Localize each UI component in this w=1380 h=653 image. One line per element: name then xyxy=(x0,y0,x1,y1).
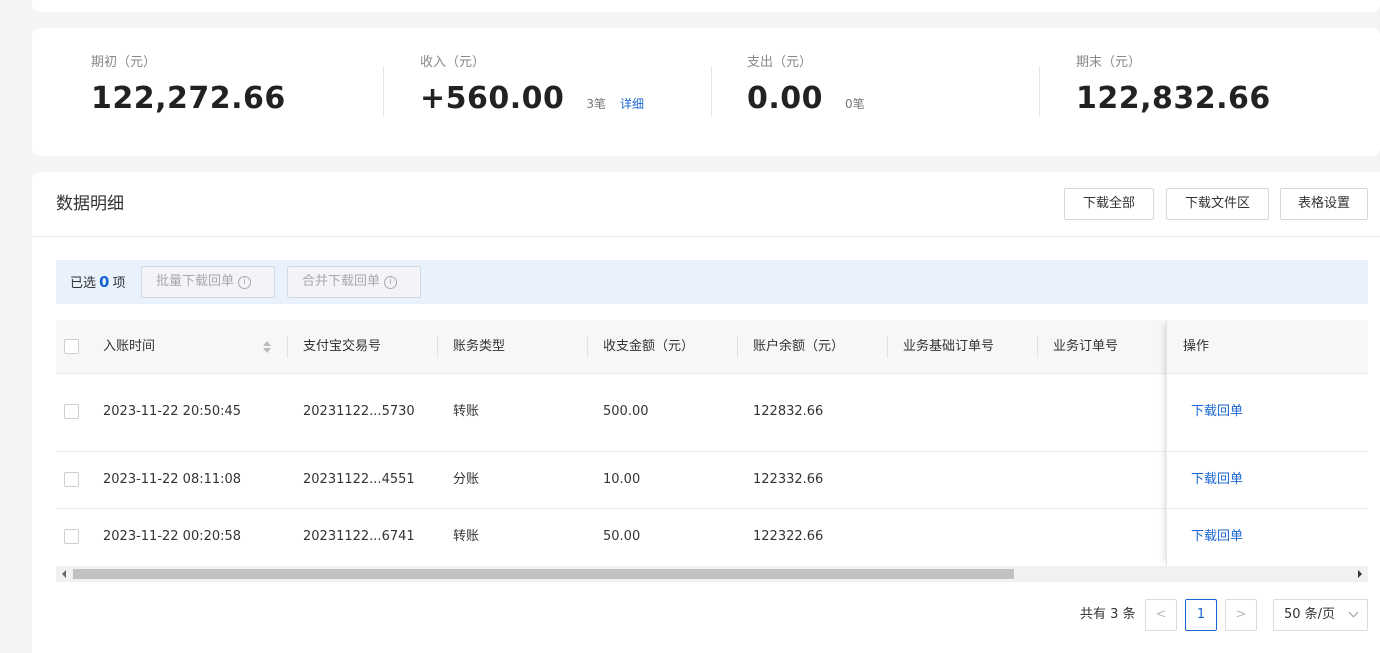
column-separator xyxy=(587,336,588,358)
selection-prefix: 已选 xyxy=(70,276,97,291)
selection-suffix: 项 xyxy=(112,276,126,291)
cell-type: 转账 xyxy=(453,404,480,419)
divider xyxy=(32,236,1380,237)
cell-type: 分账 xyxy=(453,472,480,487)
select-all-checkbox[interactable] xyxy=(64,339,79,354)
panel-title: 数据明细 xyxy=(56,194,124,214)
download-receipt-link[interactable]: 下载回单 xyxy=(1191,471,1243,489)
col-header-type: 账务类型 xyxy=(453,339,506,354)
cell-balance: 122832.66 xyxy=(753,404,824,419)
top-card-edge xyxy=(32,0,1380,12)
table-header: 入账时间 支付宝交易号 账务类型 收支金额（元） 账户余额（元） 业务基础订单号… xyxy=(56,320,1368,374)
col-header-action: 操作 xyxy=(1183,339,1210,354)
stat-divider xyxy=(383,66,384,116)
stat-expense-count: 0笔 xyxy=(845,97,865,111)
table-row: 2023-11-22 08:11:08 20231122...4551 分账 1… xyxy=(56,452,1368,509)
selection-summary: 已选 0 项 xyxy=(70,273,125,293)
cell-balance: 122322.66 xyxy=(753,529,824,544)
scrollbar-thumb[interactable] xyxy=(73,569,1014,579)
stat-divider xyxy=(711,66,712,116)
cell-time: 2023-11-22 00:20:58 xyxy=(103,529,242,544)
cell-time: 2023-11-22 08:11:08 xyxy=(103,472,242,487)
batch-download-button[interactable]: 批量下载回单 i xyxy=(141,266,275,298)
cell-amount: 50.00 xyxy=(603,529,641,544)
download-receipt-link[interactable]: 下载回单 xyxy=(1191,528,1243,546)
merge-download-button[interactable]: 合并下载回单 i xyxy=(287,266,421,298)
details-panel: 数据明细 下载全部 下载文件区 表格设置 已选 0 项 批量下载回单 i 合并下载回… xyxy=(32,172,1380,653)
cell-trade-no: 20231122...5730 xyxy=(303,404,415,419)
cell-trade-no: 20231122...4551 xyxy=(303,472,415,487)
total-count: 共有 3 条 xyxy=(1080,607,1136,622)
chevron-down-icon xyxy=(1348,607,1359,618)
selection-bar: 已选 0 项 批量下载回单 i 合并下载回单 i xyxy=(56,260,1368,304)
cell-trade-no: 20231122...6741 xyxy=(303,529,415,544)
info-icon: i xyxy=(384,275,398,289)
stat-expense-value: 0.00 xyxy=(747,81,824,116)
prev-page-button[interactable]: < xyxy=(1145,599,1177,631)
data-table: 入账时间 支付宝交易号 账务类型 收支金额（元） 账户余额（元） 业务基础订单号… xyxy=(56,320,1368,566)
stat-closing-value: 122,832.66 xyxy=(1076,81,1271,116)
cell-amount: 500.00 xyxy=(603,404,649,419)
stat-opening-label: 期初（元） xyxy=(91,55,157,70)
stat-expense-label: 支出（元） xyxy=(747,55,813,70)
stat-opening-value: 122,272.66 xyxy=(91,81,286,116)
col-header-time[interactable]: 入账时间 xyxy=(103,320,155,374)
col-header-base-order: 业务基础订单号 xyxy=(903,339,995,354)
income-detail-link[interactable]: 详细 xyxy=(620,95,644,112)
row-checkbox[interactable] xyxy=(64,472,79,487)
column-separator xyxy=(1037,336,1038,358)
summary-card: 期初（元） 122,272.66 收入（元） +560.00 3笔 详细 支出（… xyxy=(32,28,1380,156)
column-separator xyxy=(737,336,738,358)
stat-income: 收入（元） +560.00 3笔 详细 xyxy=(420,54,644,116)
cell-balance: 122332.66 xyxy=(753,472,824,487)
stat-divider xyxy=(1039,66,1040,116)
table-row: 2023-11-22 00:20:58 20231122...6741 转账 5… xyxy=(56,509,1368,566)
stat-income-label: 收入（元） xyxy=(420,55,486,70)
col-header-amount: 收支金额（元） xyxy=(603,339,695,354)
merge-download-label: 合并下载回单 xyxy=(302,274,381,289)
cell-time: 2023-11-22 20:50:45 xyxy=(103,404,242,419)
download-receipt-link[interactable]: 下载回单 xyxy=(1191,403,1243,421)
stat-closing: 期末（元） 122,832.66 xyxy=(1076,54,1271,116)
table-row: 2023-11-22 20:50:45 20231122...5730 转账 5… xyxy=(56,374,1368,452)
download-all-button[interactable]: 下载全部 xyxy=(1064,188,1154,220)
stat-closing-label: 期末（元） xyxy=(1076,55,1142,70)
horizontal-scrollbar[interactable] xyxy=(56,566,1368,582)
batch-download-label: 批量下载回单 xyxy=(156,274,235,289)
scroll-right-icon[interactable] xyxy=(1358,570,1362,578)
stat-opening: 期初（元） 122,272.66 xyxy=(91,54,286,116)
stat-income-value: +560.00 xyxy=(420,81,565,116)
stat-income-count: 3笔 xyxy=(586,97,607,111)
info-icon: i xyxy=(238,275,252,289)
page-size-select[interactable]: 50 条/页 xyxy=(1273,599,1368,631)
col-header-balance: 账户余额（元） xyxy=(753,339,845,354)
scroll-left-icon[interactable] xyxy=(62,570,66,578)
column-separator xyxy=(287,336,288,358)
next-page-button[interactable]: > xyxy=(1225,599,1257,631)
column-separator xyxy=(887,336,888,358)
sort-icon[interactable] xyxy=(263,341,271,353)
cell-type: 转账 xyxy=(453,529,480,544)
stat-expense: 支出（元） 0.00 0笔 xyxy=(747,54,865,116)
column-separator xyxy=(437,336,438,358)
download-area-button[interactable]: 下载文件区 xyxy=(1166,188,1269,220)
row-checkbox[interactable] xyxy=(64,529,79,544)
col-header-trade-no: 支付宝交易号 xyxy=(303,339,382,354)
table-settings-button[interactable]: 表格设置 xyxy=(1280,188,1368,220)
page-button-current[interactable]: 1 xyxy=(1185,599,1217,631)
page-size-value: 50 条/页 xyxy=(1284,607,1336,622)
selection-count: 0 xyxy=(99,273,110,291)
col-header-order: 业务订单号 xyxy=(1053,339,1119,354)
row-checkbox[interactable] xyxy=(64,404,79,419)
cell-amount: 10.00 xyxy=(603,472,641,487)
